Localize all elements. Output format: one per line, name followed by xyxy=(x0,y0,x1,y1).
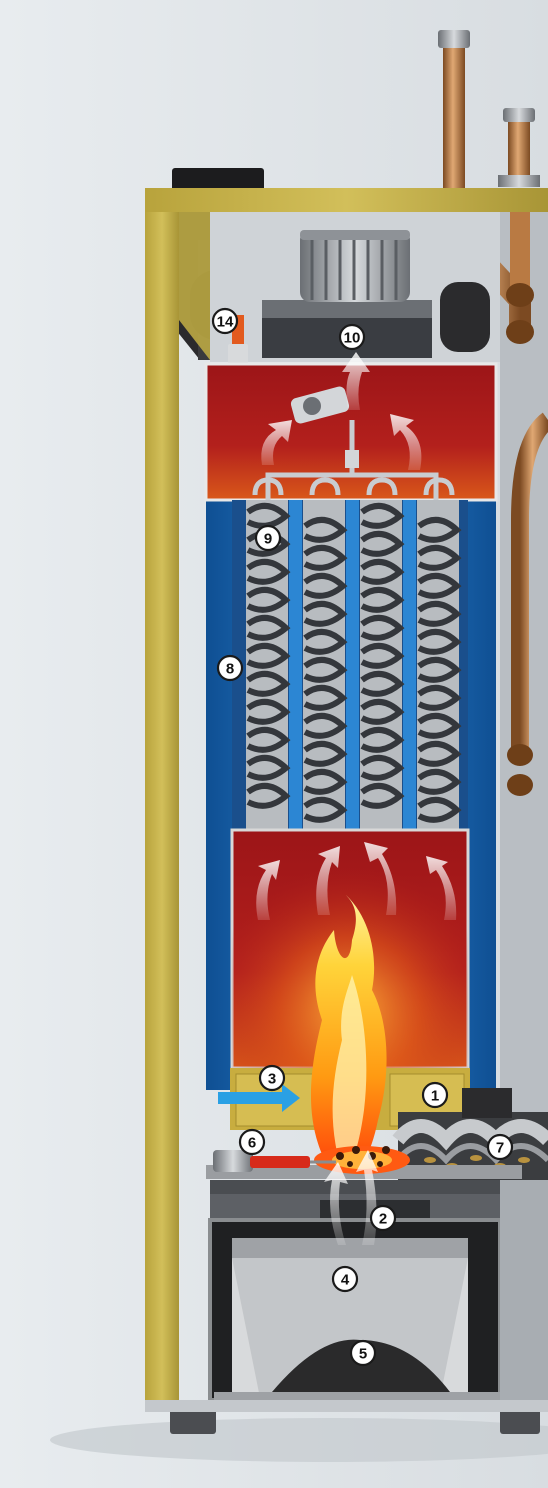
callout-2: 2 xyxy=(369,1204,397,1232)
callout-number: 14 xyxy=(217,314,234,331)
callout-number: 7 xyxy=(496,1140,504,1157)
callout-number: 8 xyxy=(226,661,234,678)
callout-3: 3 xyxy=(258,1064,286,1092)
callout-6: 6 xyxy=(238,1128,266,1156)
callout-number: 9 xyxy=(264,531,272,548)
callout-4: 4 xyxy=(331,1265,359,1293)
callout-number: 6 xyxy=(248,1135,256,1152)
side-insulation xyxy=(145,188,179,1408)
callout-5: 5 xyxy=(349,1339,377,1367)
callout-number: 2 xyxy=(379,1211,387,1228)
callout-14: 14 xyxy=(211,307,239,335)
callout-number: 1 xyxy=(431,1088,439,1105)
top-insulation xyxy=(145,188,548,212)
callout-number: 10 xyxy=(344,330,361,347)
callout-number: 5 xyxy=(359,1346,367,1363)
pellet-boiler-cutaway: 1 2 3 4 5 6 7 8 9 10 14 xyxy=(0,0,548,1488)
base-plate xyxy=(145,1400,548,1412)
callout-number: 4 xyxy=(341,1272,350,1289)
callout-9: 9 xyxy=(254,524,282,552)
callout-1: 1 xyxy=(421,1081,449,1109)
callout-7: 7 xyxy=(486,1133,514,1161)
callout-number: 3 xyxy=(268,1071,276,1088)
callout-10: 10 xyxy=(338,323,366,351)
callout-8: 8 xyxy=(216,654,244,682)
